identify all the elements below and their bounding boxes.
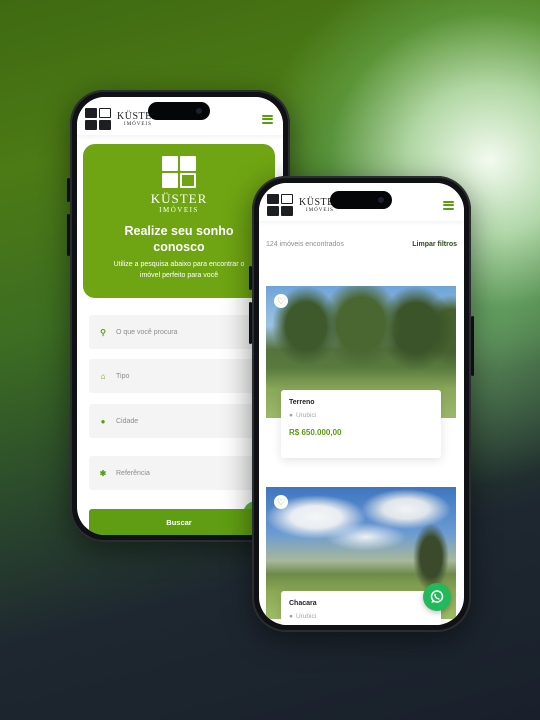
hamburger-menu-icon[interactable] (262, 114, 273, 124)
type-select-placeholder: Tipo (116, 372, 130, 380)
city-select-placeholder: Cidade (116, 417, 139, 425)
listing-location-text: Urubici (295, 412, 317, 419)
results-count: 124 imóveis encontrados (266, 241, 344, 248)
brand-tagline: IMÓVEIS (124, 121, 152, 127)
listing-type: Terreno (289, 399, 315, 406)
home-icon: ⌂ (100, 371, 106, 381)
listing-location: ● Urubici (289, 412, 433, 419)
listing-location: ● Urubici (289, 613, 433, 620)
hero-logo-icon (162, 156, 196, 188)
listing-price: R$ 650.000,00 (289, 428, 342, 437)
hamburger-menu-icon[interactable] (443, 200, 454, 210)
asterisk-icon: ✱ (99, 468, 107, 478)
brand-logo-icon[interactable] (85, 108, 111, 130)
favorite-heart-icon[interactable]: ♡ (274, 294, 288, 308)
hero-brand-name: KÜSTER (150, 191, 208, 206)
whatsapp-button[interactable] (423, 583, 451, 611)
favorite-heart-icon[interactable]: ♡ (274, 495, 288, 509)
search-icon: ⚲ (100, 327, 106, 337)
search-button[interactable]: Buscar (89, 509, 269, 535)
type-select[interactable]: ⌂ Tipo (89, 359, 259, 393)
right-phone-screen: KÜSTER IMÓVEIS 124 imóveis encontrados L… (259, 183, 464, 625)
reference-input[interactable]: ✱ Referência (89, 456, 259, 490)
reference-input-placeholder: Referência (116, 469, 150, 477)
right-phone: KÜSTER IMÓVEIS 124 imóveis encontrados L… (249, 176, 474, 632)
hero-title: Realize seu sonho conosco (124, 224, 234, 254)
listing-location-text: Urubici (295, 613, 317, 620)
map-pin-icon: ● (289, 412, 293, 419)
brand-logo-icon[interactable] (267, 194, 293, 216)
hero-banner: KÜSTER IMÓVEIS Realize seu sonho conosco… (83, 144, 275, 298)
search-input[interactable]: ⚲ O que você procura (89, 315, 259, 349)
map-pin-icon: ● (289, 613, 293, 620)
clear-filters-link[interactable]: Limpar filtros (412, 241, 457, 248)
city-select[interactable]: ● Cidade (89, 404, 259, 438)
listing-card[interactable]: Terreno ● Urubici R$ 650.000,00 (281, 390, 441, 458)
listing-type: Chacara (289, 600, 317, 607)
results-bar: 124 imóveis encontrados Limpar filtros (266, 241, 457, 248)
hero-brand-tagline: IMÓVEIS (159, 206, 199, 214)
search-input-placeholder: O que você procura (116, 328, 178, 336)
listing-card[interactable]: Chacara ● Urubici (281, 591, 441, 625)
hero-subtitle: Utilize a pesquisa abaixo para encontrar… (113, 261, 245, 280)
whatsapp-icon (430, 590, 444, 603)
map-pin-icon: ● (100, 416, 106, 426)
